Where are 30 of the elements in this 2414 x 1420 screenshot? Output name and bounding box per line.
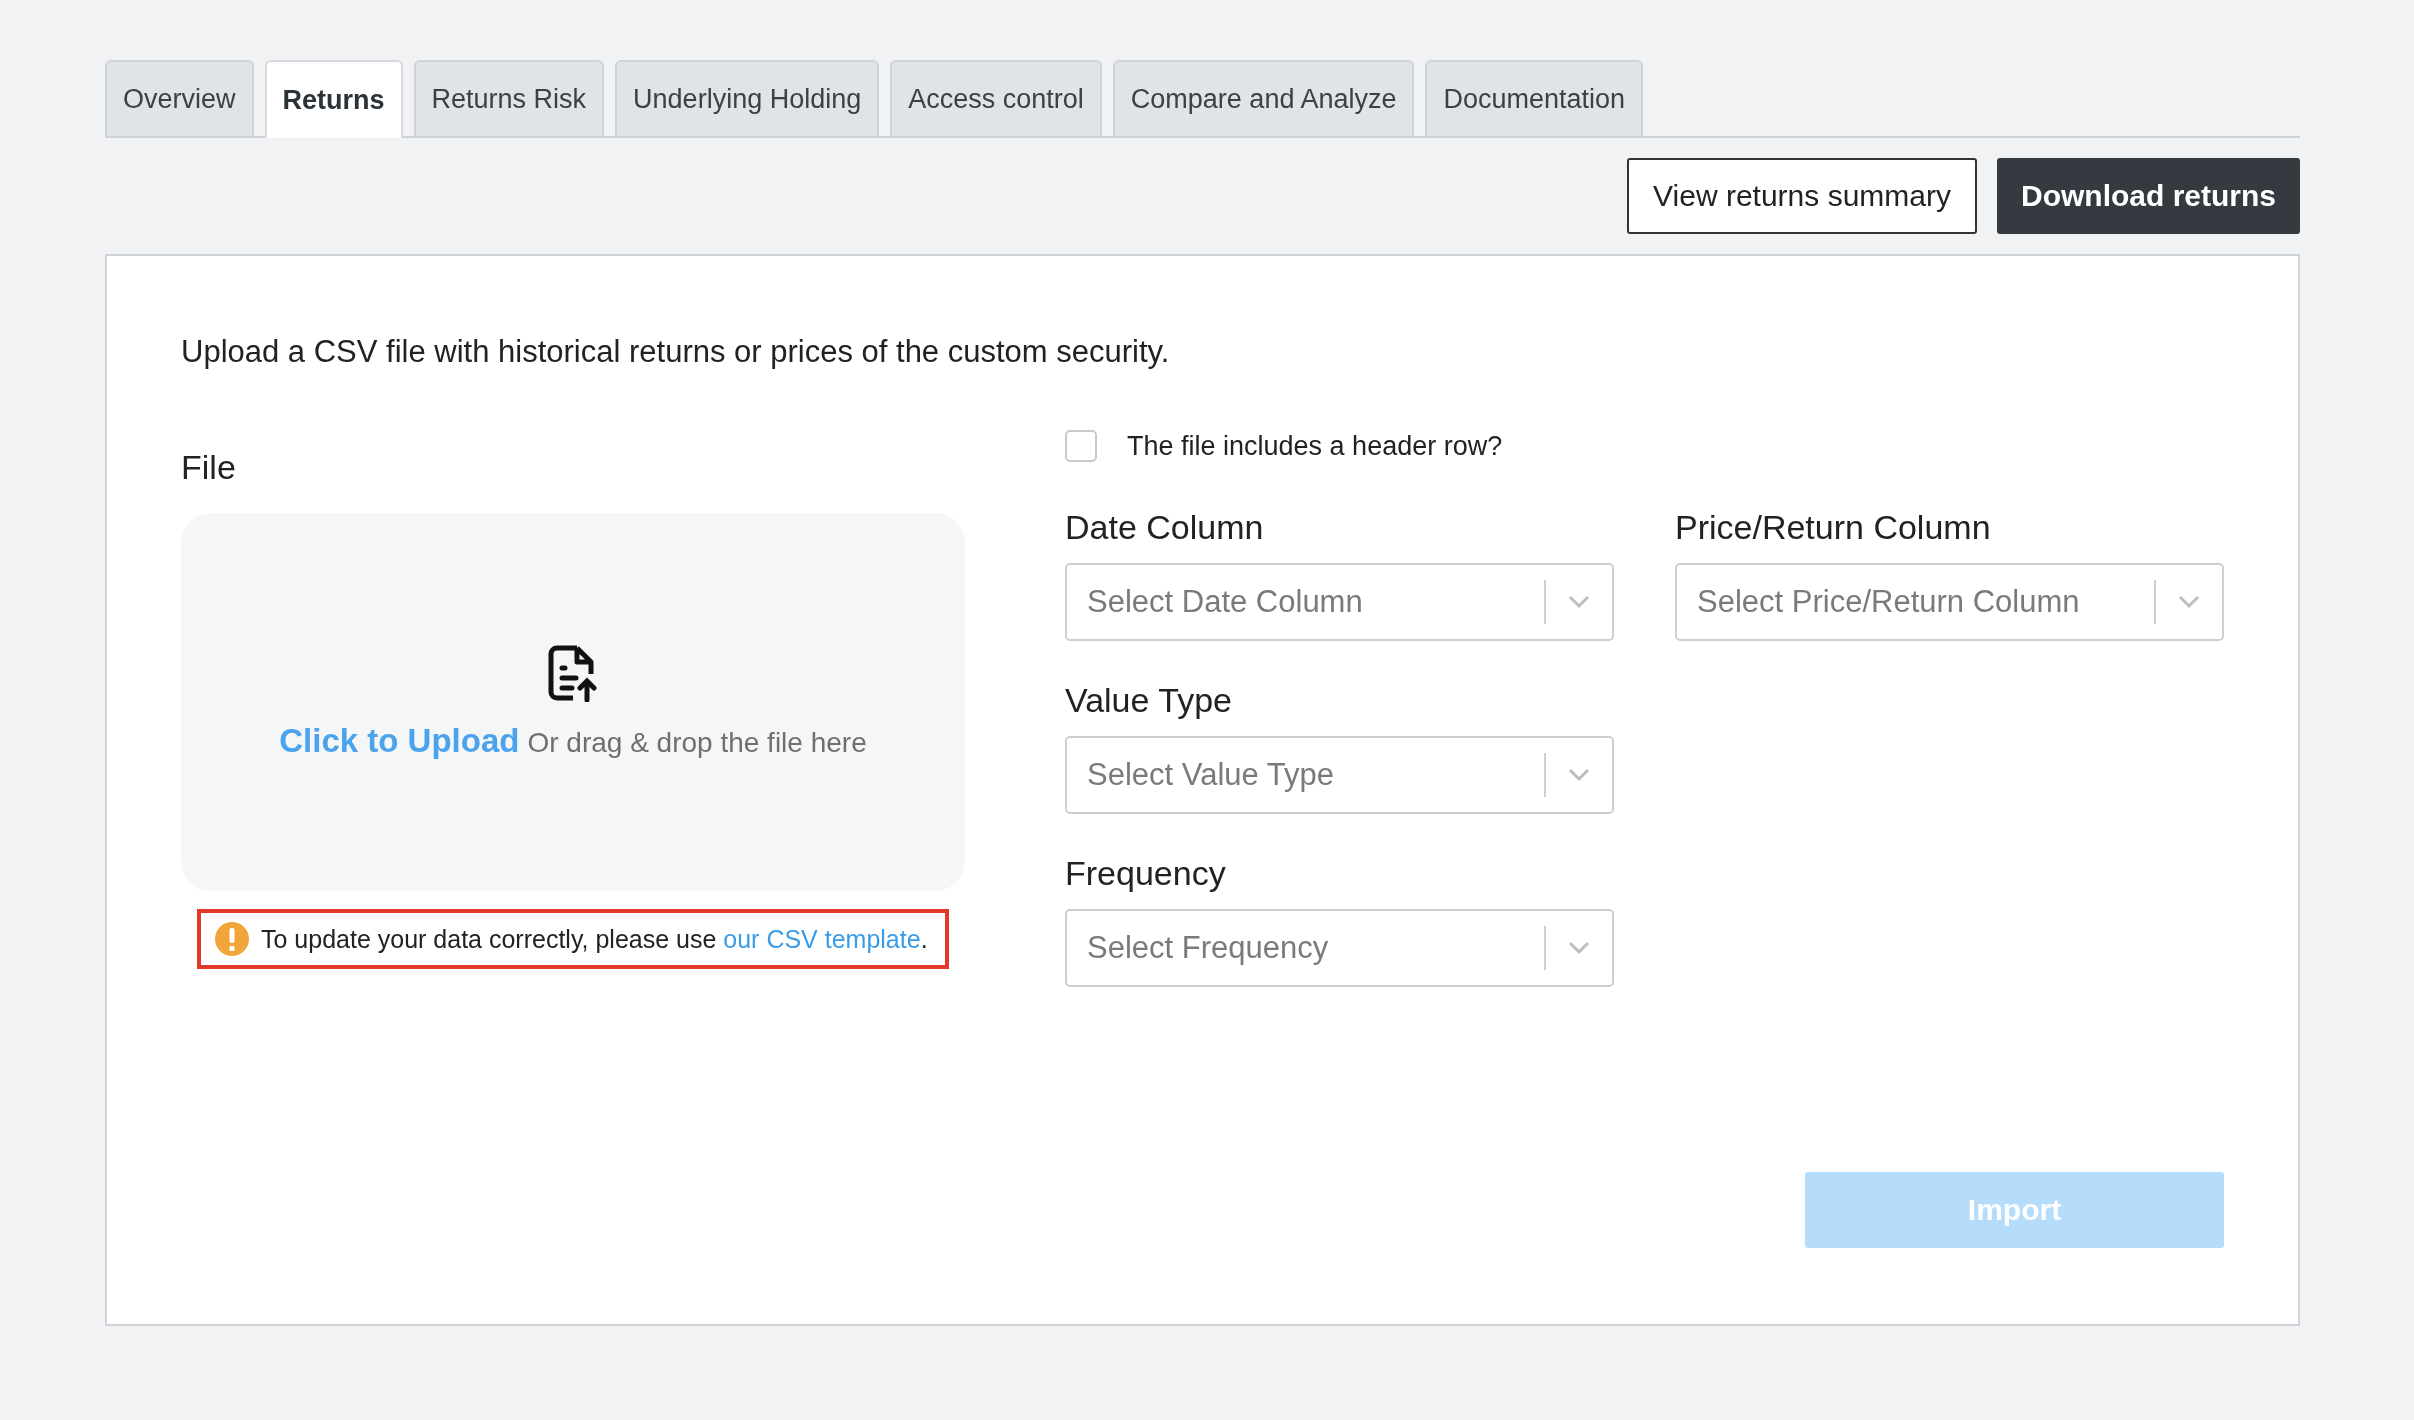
field-label: Value Type <box>1065 681 1233 720</box>
chevron-down-icon <box>1568 941 1590 955</box>
warning-icon <box>215 922 249 956</box>
intro-text: Upload a CSV file with historical returns or prices of the custom security. <box>181 334 1171 370</box>
dropdown-select[interactable]: Select Frequency <box>1065 909 1614 987</box>
chevron-down-icon <box>2178 595 2200 609</box>
chevron-down-icon <box>1568 768 1590 782</box>
dropdown-select[interactable]: Select Date Column <box>1065 563 1614 641</box>
field-label: Price/Return Column <box>1675 508 1992 547</box>
field-label: Date Column <box>1065 508 1265 547</box>
drop-hint: Or drag & drop the file here <box>527 727 867 759</box>
tab[interactable]: Underlying Holding <box>615 60 880 136</box>
field-label: Frequency <box>1065 854 1227 893</box>
header-row-checkbox[interactable] <box>1065 430 1097 462</box>
tab[interactable]: Returns Risk <box>413 60 605 136</box>
file-label: File <box>181 448 237 487</box>
tab[interactable]: Access control <box>890 60 1102 136</box>
download-button[interactable]: Download returns <box>1997 158 2300 234</box>
tab[interactable]: Overview <box>105 60 254 136</box>
tab[interactable]: Compare and Analyze <box>1112 60 1415 136</box>
dropdown-select[interactable]: Select Value Type <box>1065 736 1614 814</box>
tab[interactable]: Documentation <box>1425 60 1644 136</box>
tab[interactable]: Returns <box>264 60 403 138</box>
upload-dropzone[interactable]: Click to Upload Or drag & drop the file here <box>181 513 965 891</box>
file-upload-icon <box>547 644 599 702</box>
view-summary-button[interactable]: View returns summary <box>1627 158 1977 234</box>
warning-text: To update your data correctly, please use our CSV template. <box>261 924 928 954</box>
checkbox-label: The file includes a header row? <box>1127 430 1503 462</box>
dropdown-select[interactable]: Select Price/Return Column <box>1675 563 2224 641</box>
chevron-down-icon <box>1568 595 1590 609</box>
